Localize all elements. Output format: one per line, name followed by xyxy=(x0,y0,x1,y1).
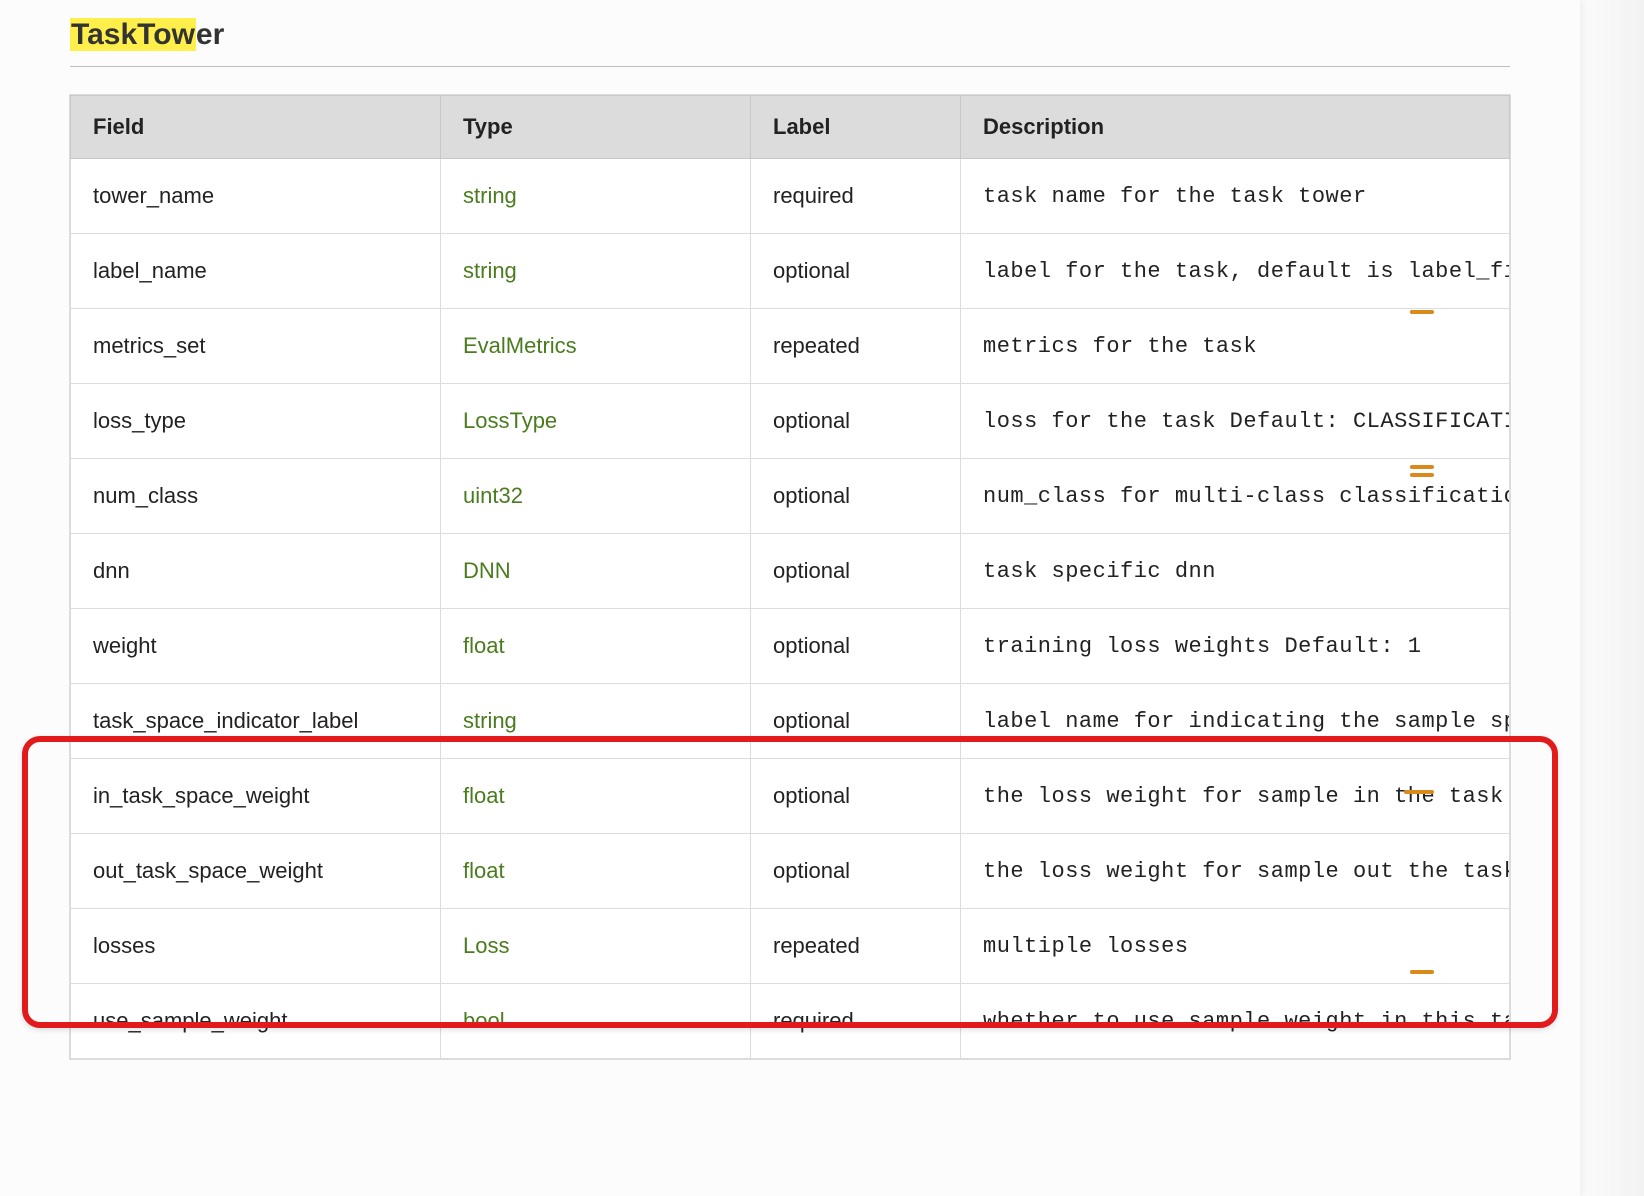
cell-label: repeated xyxy=(751,909,961,984)
type-link[interactable]: string xyxy=(463,183,517,208)
table-row: in_task_space_weight float optionalthe los… xyxy=(71,759,1510,834)
annotation-mark xyxy=(1410,310,1434,314)
cell-label: required xyxy=(751,159,961,234)
type-link[interactable]: Loss xyxy=(463,933,509,958)
content-area: TaskTower Field Type Label Description xyxy=(0,0,1580,1099)
type-link[interactable]: uint32 xyxy=(463,483,523,508)
cell-description: num_class for multi-class classification xyxy=(961,459,1510,534)
col-label: Label xyxy=(751,96,961,159)
cell-type: string xyxy=(441,234,751,309)
cell-field: metrics_set xyxy=(71,309,441,384)
table-header-row: Field Type Label Description xyxy=(71,96,1510,159)
cell-description: the loss weight for sample out the task … xyxy=(961,834,1510,909)
cell-type: float xyxy=(441,609,751,684)
cell-field: use_sample_weight xyxy=(71,984,441,1059)
table-wrapper: Field Type Label Description tower_names… xyxy=(70,95,1510,1059)
cell-type: string xyxy=(441,684,751,759)
cell-label: optional xyxy=(751,759,961,834)
type-link[interactable]: LossType xyxy=(463,408,557,433)
cell-label: optional xyxy=(751,459,961,534)
cell-field: loss_type xyxy=(71,384,441,459)
cell-label: optional xyxy=(751,609,961,684)
type-link[interactable]: string xyxy=(463,708,517,733)
cell-field: out_task_space_weight xyxy=(71,834,441,909)
cell-description: task name for the task tower xyxy=(961,159,1510,234)
type-link[interactable]: bool xyxy=(463,1008,505,1033)
cell-type: bool xyxy=(441,984,751,1059)
title-rest: er xyxy=(196,18,224,51)
col-description: Description xyxy=(961,96,1510,159)
cell-type: uint32 xyxy=(441,459,751,534)
annotation-mark xyxy=(1410,465,1434,469)
cell-type: float xyxy=(441,759,751,834)
cell-type: float xyxy=(441,834,751,909)
annotation-mark xyxy=(1410,473,1434,477)
cell-description: the loss weight for sample in the task s… xyxy=(961,759,1510,834)
cell-field: task_space_indicator_label xyxy=(71,684,441,759)
section-rule xyxy=(70,66,1510,67)
cell-description: label name for indicating the sample spa… xyxy=(961,684,1510,759)
cell-type: EvalMetrics xyxy=(441,309,751,384)
table-row: label_name string optionallabel for the ta… xyxy=(71,234,1510,309)
type-link[interactable]: float xyxy=(463,783,505,808)
cell-label: optional xyxy=(751,384,961,459)
cell-field: tower_name xyxy=(71,159,441,234)
cell-description: label for the task, default is label_fie… xyxy=(961,234,1510,309)
cell-description: task specific dnn xyxy=(961,534,1510,609)
cell-field: in_task_space_weight xyxy=(71,759,441,834)
cell-field: weight xyxy=(71,609,441,684)
cell-field: label_name xyxy=(71,234,441,309)
cell-label: optional xyxy=(751,834,961,909)
cell-label: optional xyxy=(751,234,961,309)
table-body: tower_namestringrequiredtask name for th… xyxy=(71,159,1510,1059)
cell-field: dnn xyxy=(71,534,441,609)
table-row: weight float optionaltraining loss weights… xyxy=(71,609,1510,684)
cell-field: losses xyxy=(71,909,441,984)
table-row: loss_type LossType optionalloss for the ta… xyxy=(71,384,1510,459)
type-link[interactable]: DNN xyxy=(463,558,511,583)
table-row: metrics_set EvalMetrics repeatedmetrics fo… xyxy=(71,309,1510,384)
section-title: TaskTower xyxy=(70,18,224,52)
type-link[interactable]: float xyxy=(463,633,505,658)
table-row: num_class uint32 optionalnum_class for mul… xyxy=(71,459,1510,534)
table-row: tower_name string requiredtask name for th… xyxy=(71,159,1510,234)
cell-type: Loss xyxy=(441,909,751,984)
table-row: out_task_space_weight float optionalthe lo… xyxy=(71,834,1510,909)
cell-label: repeated xyxy=(751,309,961,384)
cell-description: metrics for the task xyxy=(961,309,1510,384)
type-link[interactable]: float xyxy=(463,858,505,883)
annotation-mark xyxy=(1404,790,1434,794)
cell-label: required xyxy=(751,984,961,1059)
document-sheet: TaskTower Field Type Label Description xyxy=(0,0,1580,1196)
table-row: task_space_indicator_label string optional… xyxy=(71,684,1510,759)
annotation-mark xyxy=(1410,970,1434,974)
cell-type: LossType xyxy=(441,384,751,459)
cell-type: DNN xyxy=(441,534,751,609)
cell-field: num_class xyxy=(71,459,441,534)
cell-type: string xyxy=(441,159,751,234)
type-link[interactable]: EvalMetrics xyxy=(463,333,577,358)
title-highlight: TaskTow xyxy=(70,18,196,51)
cell-description: loss for the task Default: CLASSIFICATIO… xyxy=(961,384,1510,459)
col-field: Field xyxy=(71,96,441,159)
col-type: Type xyxy=(441,96,751,159)
table-row: use_sample_weight bool requiredwhether to … xyxy=(71,984,1510,1059)
schema-table: Field Type Label Description tower_names… xyxy=(70,95,1510,1059)
cell-description: whether to use sample weight in this tas… xyxy=(961,984,1510,1059)
cell-description: training loss weights Default: 1 xyxy=(961,609,1510,684)
type-link[interactable]: string xyxy=(463,258,517,283)
cell-label: optional xyxy=(751,534,961,609)
page-root: TaskTower Field Type Label Description xyxy=(0,0,1644,1196)
cell-label: optional xyxy=(751,684,961,759)
table-row: dnn DNN optionaltask specific dnn xyxy=(71,534,1510,609)
table-row: lossesLossrepeatedmultiple losses xyxy=(71,909,1510,984)
